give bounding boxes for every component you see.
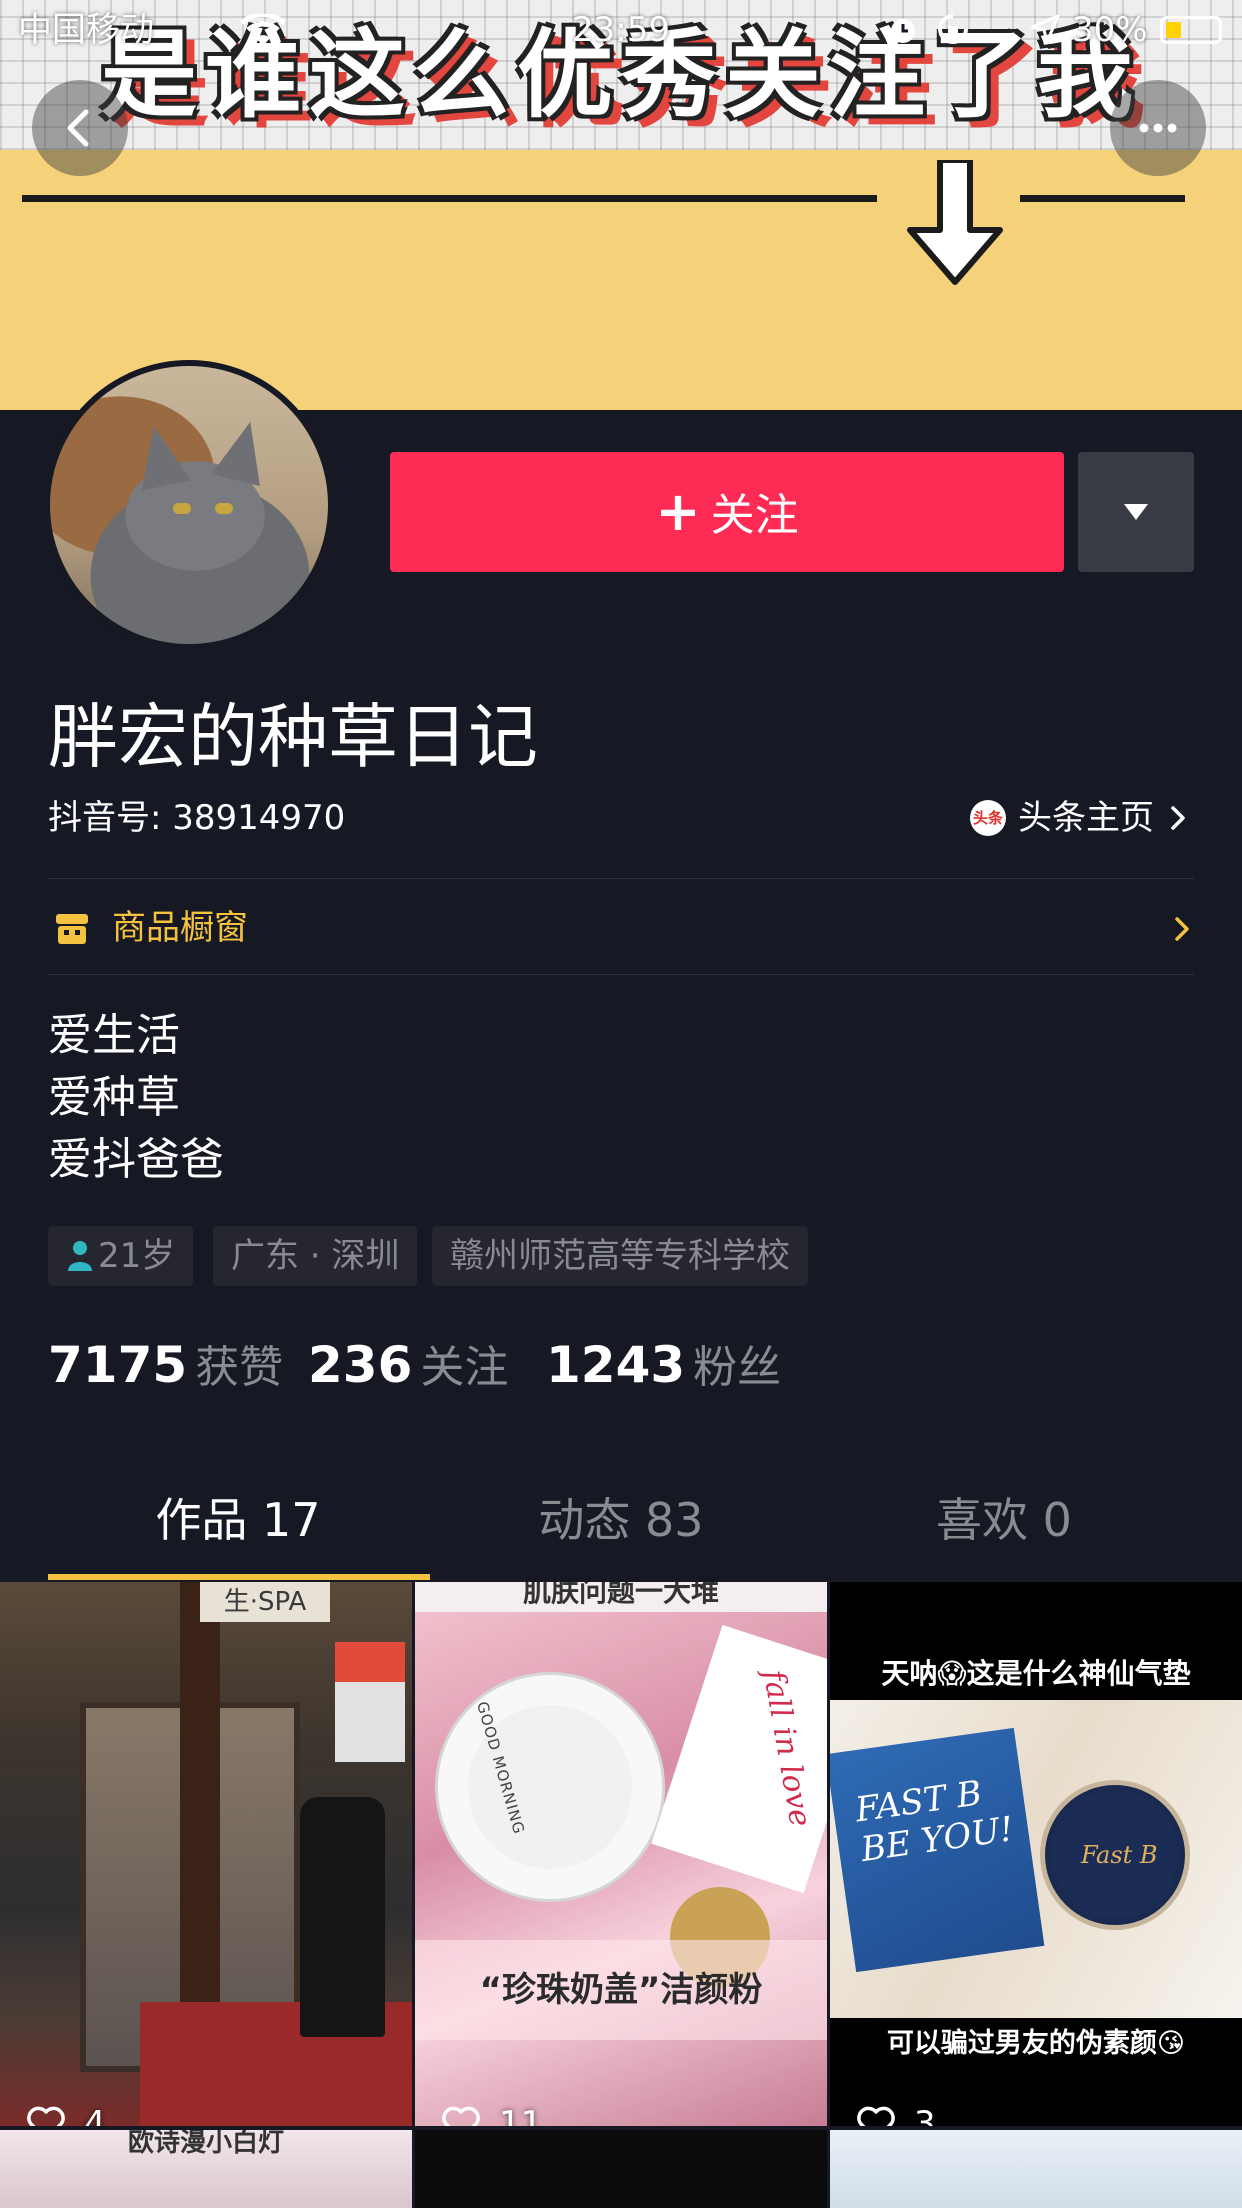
video-top-text: 欧诗漫小白灯 [127,2130,284,2158]
video-likes-count: 3 [914,2104,936,2126]
video-scene-poster [335,1642,405,1762]
video-likes-count: 11 [499,2104,543,2126]
stat-likes-label: 获赞 [195,1342,284,1393]
video-thumbnail[interactable] [415,2130,827,2208]
content-tabs: 作品 17 动态 83 喜欢 0 [0,1460,1242,1580]
video-top-text: 肌肤问题一大堆 [415,1582,827,1612]
stat-followers-label: 粉丝 [693,1342,782,1393]
follow-button[interactable]: + 关注 [390,452,1064,572]
video-bottom-caption: 可以骗过男友的伪素颜😘 [886,2028,1186,2059]
douyin-id: 抖音号: 38914970 [48,798,346,838]
stat-following-value: 236 [308,1336,413,1394]
video-thumbnail[interactable] [830,2130,1242,2208]
stat-following[interactable]: 236 关注 [308,1330,508,1403]
more-dots-icon [1139,123,1177,133]
age-tag-label: 21岁 [98,1236,176,1276]
school-tag: 赣州师范高等专科学校 [432,1226,808,1286]
bio-line: 爱抖爸爸 [48,1134,224,1185]
divider [48,974,1194,975]
video-thumbnail[interactable]: 肌肤问题一大堆 GOOD MORNING fall in love “珍珠奶盖”… [415,1582,827,2126]
rotation-lock-icon [938,14,968,44]
stat-following-label: 关注 [420,1342,509,1393]
bio-line: 爱种草 [48,1072,180,1123]
banner-line-right [1020,195,1185,202]
chevron-right-icon [1175,917,1189,941]
video-product-scene: FAST B BE YOU! Fast B [830,1700,1242,2018]
alarm-icon [891,19,915,43]
avatar-cat-ear-right [211,415,275,487]
battery-percent: 30% [1072,10,1148,50]
video-thumbnail[interactable]: 天呐😱这是什么神仙气垫 FAST B BE YOU! Fast B 可以骗过男友的… [830,1582,1242,2126]
video-caption: “珍珠奶盖”洁颜粉 [415,1940,827,2040]
video-thumbnail[interactable]: 欧诗漫小白灯 [0,2130,412,2208]
video-plate: GOOD MORNING [435,1672,665,1902]
plus-icon: + [655,480,701,543]
video-thumbnail[interactable]: 生·SPA 4 [0,1582,412,2126]
avatar-cat-eye-left [173,503,191,514]
toutiao-label: 头条主页 [1018,798,1154,838]
heart-icon [857,2106,895,2126]
down-arrow-icon [907,160,1003,285]
stat-followers[interactable]: 1243 粉丝 [546,1330,781,1403]
video-likes-count: 4 [84,2104,106,2126]
heart-icon [27,2106,65,2126]
recommend-dropdown-button[interactable] [1078,452,1194,572]
stat-likes-value: 7175 [48,1336,188,1394]
stat-followers-value: 1243 [546,1336,686,1394]
tab-likes[interactable]: 喜欢 0 [814,1460,1194,1580]
toutiao-icon: 头条 [970,800,1006,836]
back-button[interactable] [32,80,128,176]
avatar[interactable] [44,360,334,650]
location-tag-label: 广东 · 深圳 [231,1236,400,1276]
profile-banner: 是谁这么优秀关注了我 [0,0,1242,410]
bio-line: 爱生活 [48,1010,180,1061]
banner-line-left [22,195,877,202]
profile-screen: 是谁这么优秀关注了我 中国移动 23:59 30% + 关注 胖宏的种草日记 抖… [0,0,1242,2208]
age-tag: 21岁 [48,1226,194,1286]
shop-window-label: 商品橱窗 [112,908,248,948]
video-card-text: fall in love [755,1667,818,1830]
follow-button-label: 关注 [710,490,799,541]
stat-likes[interactable]: 7175 获赞 [48,1330,283,1403]
school-tag-label: 赣州师范高等专科学校 [450,1236,790,1276]
divider [48,878,1194,879]
video-product-compact: Fast B [1040,1780,1190,1930]
person-icon [68,1241,92,1271]
heart-icon [442,2106,480,2126]
video-scene-sign: 生·SPA [200,1582,330,1622]
active-tab-indicator [48,1574,430,1580]
more-button[interactable] [1110,80,1206,176]
avatar-cat-eye-right [215,503,233,514]
location-tag: 广东 · 深圳 [213,1226,418,1286]
video-product-compact-text: Fast B [1081,1841,1158,1869]
caret-down-icon [1124,504,1148,520]
video-card: fall in love [651,1624,827,1894]
chevron-right-icon [1171,806,1185,830]
tab-moments[interactable]: 动态 83 [431,1460,811,1580]
battery-level [1166,22,1181,38]
video-top-caption: 天呐😱这是什么神仙气垫 [881,1657,1191,1690]
battery-icon [1160,16,1222,44]
video-scene-person [300,1797,385,2037]
shop-window-row[interactable]: 商品橱窗 [48,880,1194,976]
chevron-left-icon [67,109,89,147]
status-bar: 中国移动 23:59 30% [0,0,1242,60]
video-product-box-text: FAST B BE YOU! [853,1770,1016,1870]
video-product-box: FAST B BE YOU! [830,1727,1045,1973]
tab-works[interactable]: 作品 17 [48,1460,428,1580]
nickname: 胖宏的种草日记 [48,696,538,778]
avatar-cat-ear-left [129,421,191,491]
location-icon [1030,14,1060,44]
shop-icon [56,914,88,944]
